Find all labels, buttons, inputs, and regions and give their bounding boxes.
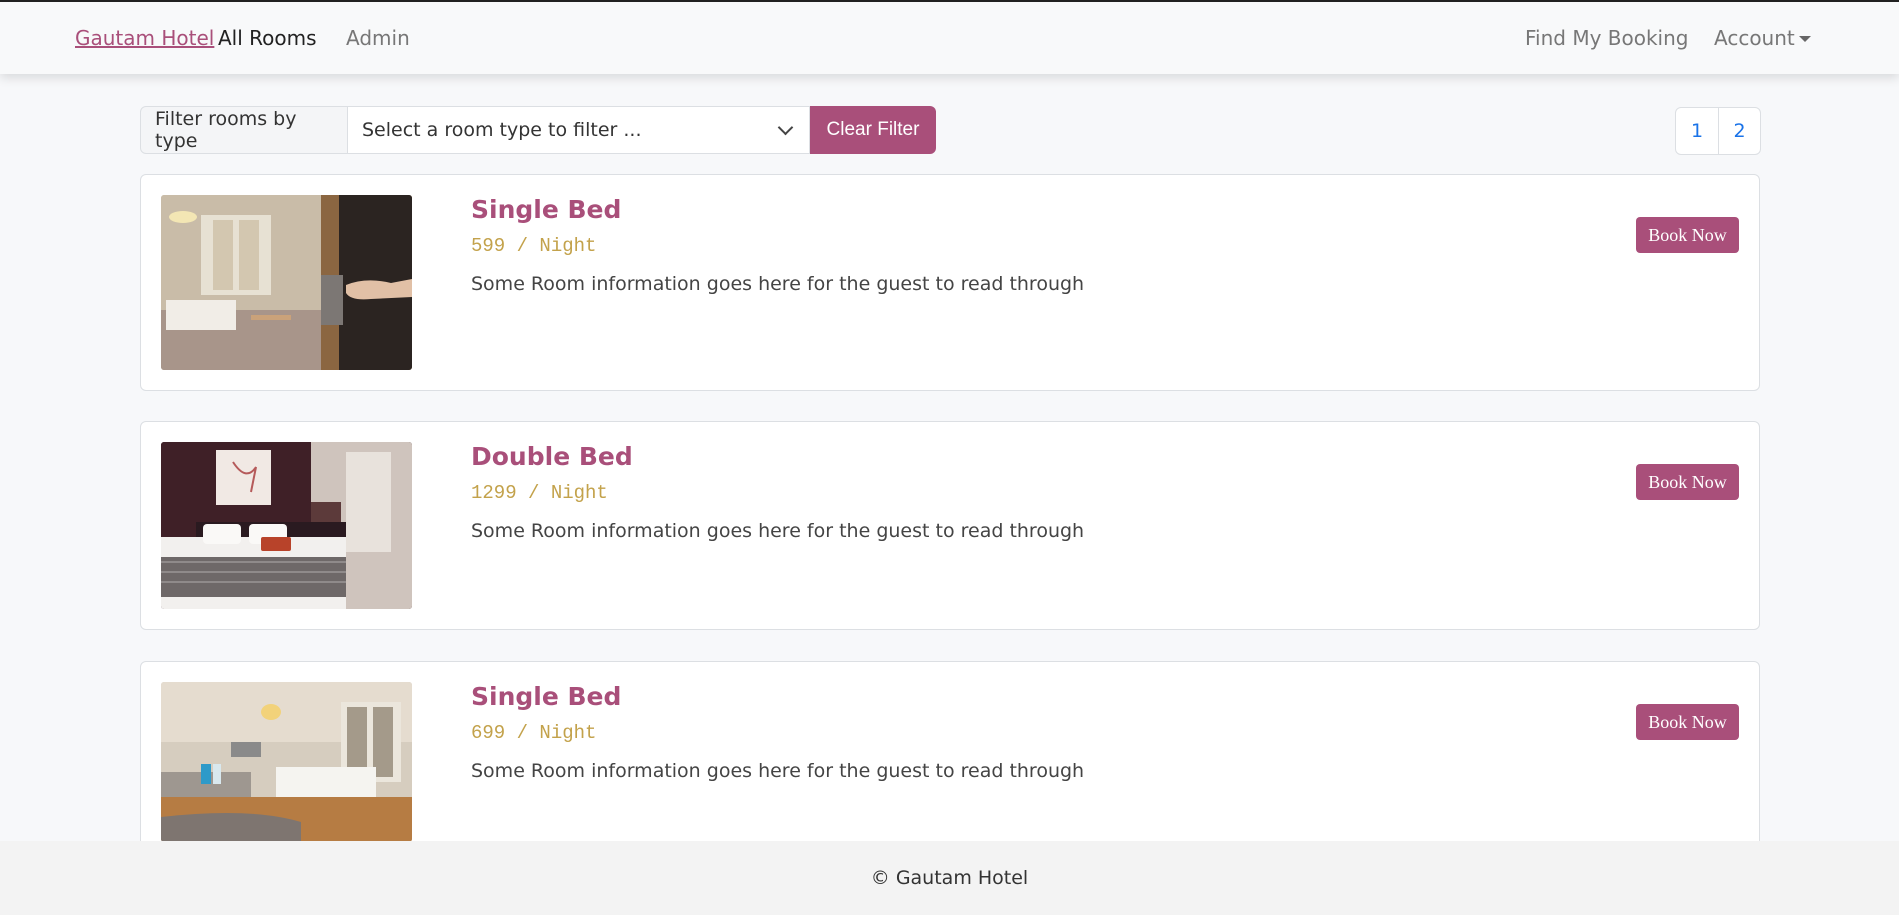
chevron-down-icon — [777, 119, 794, 135]
filter-label: Filter rooms by type — [140, 106, 348, 154]
room-price: 699 / Night — [471, 722, 597, 744]
navbar: Gautam Hotel All Rooms Admin Find My Boo… — [0, 2, 1899, 74]
room-card: Double Bed 1299 / Night Some Room inform… — [140, 421, 1760, 630]
room-type-filter: Filter rooms by type Select a room type … — [140, 106, 936, 154]
pagination: 1 2 — [1675, 107, 1761, 155]
caret-down-icon — [1798, 36, 1811, 42]
nav-account-dropdown[interactable]: Account — [1714, 26, 1811, 50]
footer: © Gautam Hotel — [0, 841, 1899, 915]
room-card: Single Bed 599 / Night Some Room informa… — [140, 174, 1760, 391]
room-description: Some Room information goes here for the … — [471, 760, 1085, 782]
room-price: 599 / Night — [471, 235, 597, 257]
room-title: Single Bed — [471, 682, 622, 711]
page-1-link[interactable]: 1 — [1676, 108, 1718, 154]
room-title: Single Bed — [471, 195, 622, 224]
room-type-select[interactable]: Select a room type to filter ... — [348, 106, 810, 154]
book-now-button[interactable]: Book Now — [1636, 704, 1739, 740]
room-type-select-value: Select a room type to filter ... — [362, 119, 642, 141]
room-image — [161, 682, 412, 842]
nav-admin[interactable]: Admin — [346, 26, 410, 50]
book-now-button[interactable]: Book Now — [1636, 217, 1739, 253]
nav-find-my-booking[interactable]: Find My Booking — [1525, 26, 1689, 50]
brand-link[interactable]: Gautam Hotel — [75, 26, 214, 50]
book-now-button[interactable]: Book Now — [1636, 464, 1739, 500]
room-card: Single Bed 699 / Night Some Room informa… — [140, 661, 1760, 870]
room-description: Some Room information goes here for the … — [471, 273, 1085, 295]
room-image — [161, 442, 412, 609]
room-description: Some Room information goes here for the … — [471, 520, 1085, 542]
footer-copyright: © Gautam Hotel — [870, 867, 1029, 889]
room-image — [161, 195, 412, 370]
room-price: 1299 / Night — [471, 482, 608, 504]
account-label: Account — [1714, 26, 1795, 50]
nav-all-rooms[interactable]: All Rooms — [218, 26, 317, 50]
room-title: Double Bed — [471, 442, 633, 471]
clear-filter-button[interactable]: Clear Filter — [810, 106, 936, 154]
page-2-link[interactable]: 2 — [1718, 108, 1760, 154]
